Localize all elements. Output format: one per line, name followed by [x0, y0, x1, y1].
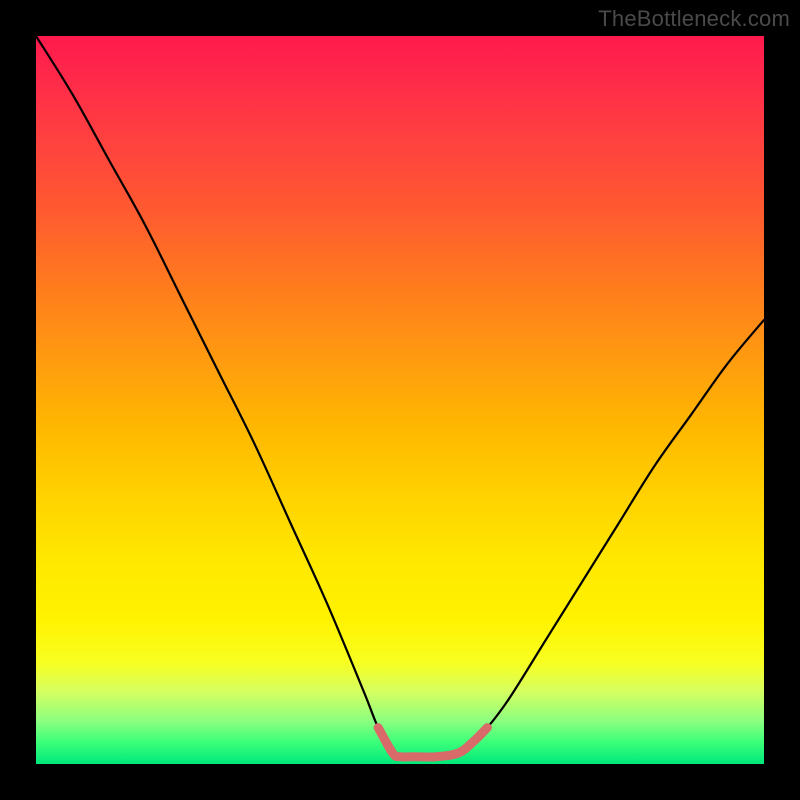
bottleneck-curve: [36, 36, 764, 757]
plot-area: [36, 36, 764, 764]
chart-svg: [36, 36, 764, 764]
sweet-spot-band: [378, 728, 487, 757]
watermark-label: TheBottleneck.com: [598, 6, 790, 32]
chart-frame: TheBottleneck.com: [0, 0, 800, 800]
